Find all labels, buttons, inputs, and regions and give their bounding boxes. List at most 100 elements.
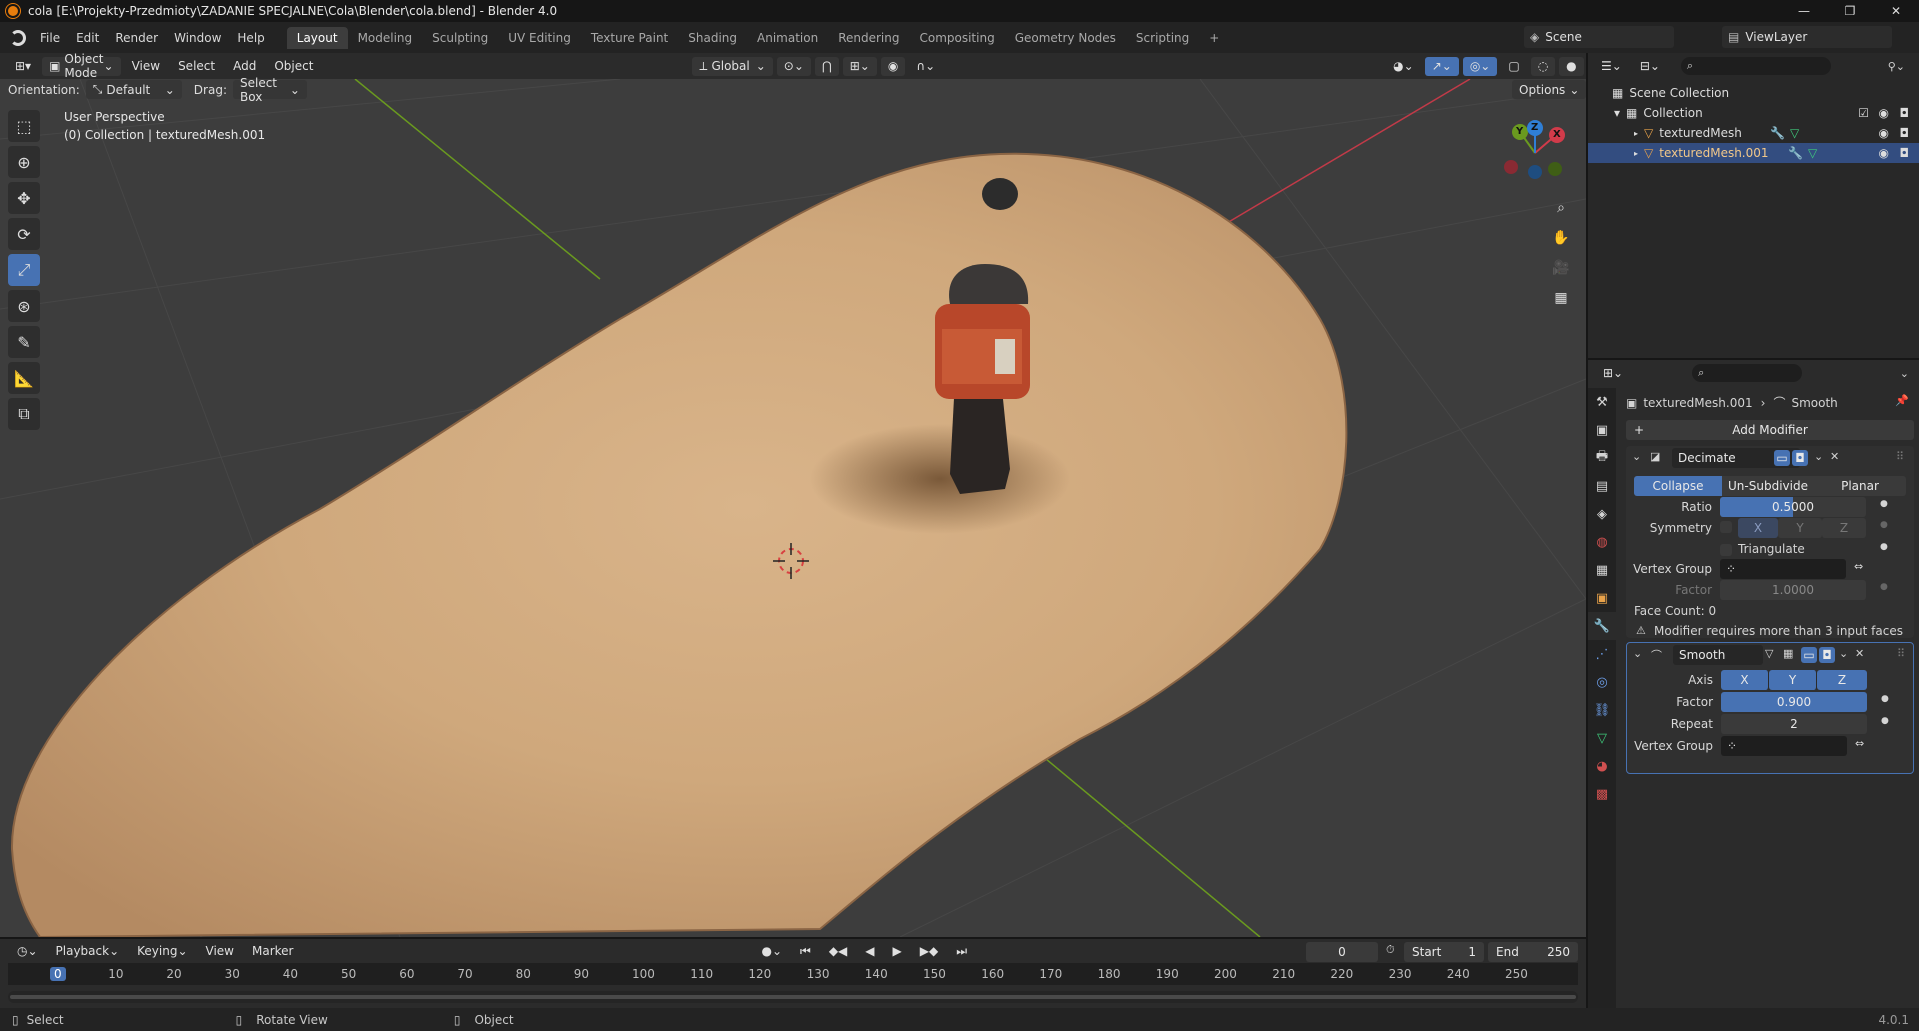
tab-animation[interactable]: Animation: [747, 27, 828, 49]
data-tab-icon[interactable]: ▽: [1588, 724, 1616, 752]
overlay-toggle-icon[interactable]: ◎⌄: [1462, 56, 1498, 76]
tab-modeling[interactable]: Modeling: [348, 27, 423, 49]
maximize-button[interactable]: ❐: [1827, 0, 1873, 22]
smooth-axis-x[interactable]: X: [1721, 670, 1769, 690]
symmetry-axis-z[interactable]: Z: [1822, 518, 1866, 538]
viewlayer-selector[interactable]: ▤ ViewLayer: [1722, 26, 1892, 48]
editor-type-icon[interactable]: ⊞⌄: [1596, 364, 1630, 383]
menu-window[interactable]: Window: [166, 31, 229, 45]
menu-view[interactable]: View: [125, 57, 167, 76]
add-modifier-button[interactable]: + Add Modifier: [1626, 420, 1914, 440]
outliner-search-input[interactable]: ⌕: [1680, 57, 1831, 75]
play-icon[interactable]: ▶: [886, 942, 909, 961]
tab-sculpting[interactable]: Sculpting: [422, 27, 498, 49]
triangulate-checkbox[interactable]: [1720, 544, 1732, 556]
play-reverse-icon[interactable]: ◀: [858, 942, 881, 961]
smooth-axis-y[interactable]: Y: [1769, 670, 1817, 690]
rotate-tool-icon[interactable]: ⟳: [8, 218, 40, 250]
measure-tool-icon[interactable]: 📐: [8, 362, 40, 394]
ortho-grid-icon[interactable]: ▦: [1546, 283, 1576, 313]
modifier-tab-icon[interactable]: 🔧: [1588, 612, 1616, 640]
keyframe-dot-icon[interactable]: ●: [1881, 716, 1889, 726]
symmetry-axis-y[interactable]: Y: [1778, 518, 1822, 538]
menu-file[interactable]: File: [32, 31, 68, 45]
smooth-vertex-group-field[interactable]: ⁘: [1721, 736, 1847, 756]
menu-view[interactable]: View: [199, 942, 241, 961]
decimate-tab-planar[interactable]: Planar: [1814, 476, 1906, 496]
pivot-icon[interactable]: ⊙⌄: [776, 56, 811, 76]
tab-texture-paint[interactable]: Texture Paint: [581, 27, 678, 49]
drag-handle-icon[interactable]: ⠿: [1896, 450, 1904, 463]
pin-icon[interactable]: 📌: [1895, 394, 1909, 407]
scene-selector[interactable]: ◈ Scene: [1524, 26, 1674, 48]
tab-scripting[interactable]: Scripting: [1126, 27, 1199, 49]
keyframe-dot-icon[interactable]: ●: [1880, 542, 1888, 552]
outliner-item-texturedmesh[interactable]: ▸ ▽ texturedMesh 🔧 ▽ ◉ ◘: [1588, 123, 1919, 143]
symmetry-checkbox[interactable]: [1720, 521, 1732, 533]
drag-handle-icon[interactable]: ⠿: [1897, 647, 1905, 660]
xray-icon[interactable]: ▢: [1501, 57, 1526, 76]
material-tab-icon[interactable]: ◕: [1588, 752, 1616, 780]
properties-search-input[interactable]: ⌕: [1692, 364, 1803, 382]
end-frame-field[interactable]: End 250: [1488, 942, 1578, 962]
filter-icon[interactable]: ⚲⌄: [1888, 60, 1905, 73]
start-frame-field[interactable]: Start 1: [1404, 942, 1484, 962]
tab-layout[interactable]: Layout: [286, 26, 348, 49]
camera-icon[interactable]: ◘: [1900, 126, 1910, 140]
ratio-slider[interactable]: 0.5000: [1720, 497, 1866, 517]
symmetry-axis-x[interactable]: X: [1738, 518, 1778, 538]
show-in-render-icon[interactable]: ◘: [1792, 450, 1808, 466]
add-cube-tool-icon[interactable]: ⧉: [8, 398, 40, 430]
chevron-down-icon[interactable]: ⌄: [1900, 367, 1909, 380]
tab-rendering[interactable]: Rendering: [828, 27, 909, 49]
object-tab-icon[interactable]: ▣: [1588, 584, 1616, 612]
camera-icon[interactable]: ◘: [1900, 106, 1910, 120]
close-icon[interactable]: ✕: [1830, 450, 1839, 463]
eye-icon[interactable]: ◉: [1879, 126, 1889, 140]
editor-type-icon[interactable]: ☰⌄: [1594, 57, 1629, 76]
transform-orientation-dropdown[interactable]: ⟂ Global ⌄: [692, 56, 773, 76]
next-keyframe-icon[interactable]: ▶◆: [913, 942, 945, 961]
view-layer-tab-icon[interactable]: ▤: [1588, 472, 1616, 500]
menu-help[interactable]: Help: [229, 31, 272, 45]
navigation-gizmo[interactable]: Y Z X: [1500, 118, 1570, 188]
pan-hand-icon[interactable]: ✋: [1546, 223, 1576, 253]
menu-marker[interactable]: Marker: [245, 942, 300, 961]
tab-geometry-nodes[interactable]: Geometry Nodes: [1005, 27, 1126, 49]
3d-viewport[interactable]: [0, 79, 1586, 937]
jump-start-icon[interactable]: ⏮: [793, 942, 818, 961]
show-in-viewport-icon[interactable]: ▭: [1774, 450, 1790, 466]
scale-tool-icon[interactable]: ⤢: [8, 254, 40, 286]
timeline-scrollbar[interactable]: [8, 991, 1578, 1003]
checkbox-icon[interactable]: ☑: [1858, 106, 1869, 120]
output-tab-icon[interactable]: 🖶: [1588, 444, 1616, 472]
chevron-down-icon[interactable]: ⌄: [1839, 647, 1848, 660]
show-in-viewport-icon[interactable]: ▭: [1801, 647, 1817, 663]
decimate-factor-field[interactable]: 1.0000: [1720, 580, 1866, 600]
scrollbar-thumb[interactable]: [10, 995, 1576, 999]
show-in-render-icon[interactable]: ◘: [1819, 647, 1835, 663]
close-icon[interactable]: ✕: [1855, 647, 1864, 660]
auto-key-record-icon[interactable]: ●⌄: [754, 942, 789, 961]
editor-type-icon[interactable]: ◷⌄: [10, 942, 45, 961]
outliner-item-texturedmesh-001[interactable]: ▸ ▽ texturedMesh.001 🔧 ▽ ◉ ◘: [1588, 143, 1919, 163]
decimate-vertex-group-field[interactable]: ⁘: [1720, 559, 1846, 579]
orientation-dropdown[interactable]: ⤡ Default ⌄: [85, 80, 182, 99]
mode-dropdown[interactable]: ▣ Object Mode ⌄: [42, 52, 121, 80]
collapse-chevron-icon[interactable]: ⌄: [1633, 647, 1642, 660]
move-tool-icon[interactable]: ✥: [8, 182, 40, 214]
render-tab-icon[interactable]: ▣: [1588, 416, 1616, 444]
proportional-edit-icon[interactable]: ◉: [880, 56, 906, 76]
keyframe-dot-icon[interactable]: ●: [1881, 694, 1889, 704]
tab-compositing[interactable]: Compositing: [909, 27, 1004, 49]
menu-object[interactable]: Object: [267, 57, 320, 76]
collapse-chevron-icon[interactable]: ⌄: [1632, 450, 1641, 463]
on-cage-icon[interactable]: ▽: [1765, 647, 1773, 660]
smooth-repeat-field[interactable]: 2: [1721, 714, 1867, 734]
outliner-scene-collection[interactable]: ▦ Scene Collection: [1588, 83, 1919, 103]
shading-wireframe-icon[interactable]: ◌: [1530, 56, 1556, 76]
menu-add[interactable]: Add: [226, 57, 263, 76]
zoom-icon[interactable]: ⌕: [1546, 193, 1576, 223]
gizmo-toggle-icon[interactable]: ↗⌄: [1424, 56, 1459, 76]
expand-chevron-icon[interactable]: ▸: [1634, 129, 1638, 138]
